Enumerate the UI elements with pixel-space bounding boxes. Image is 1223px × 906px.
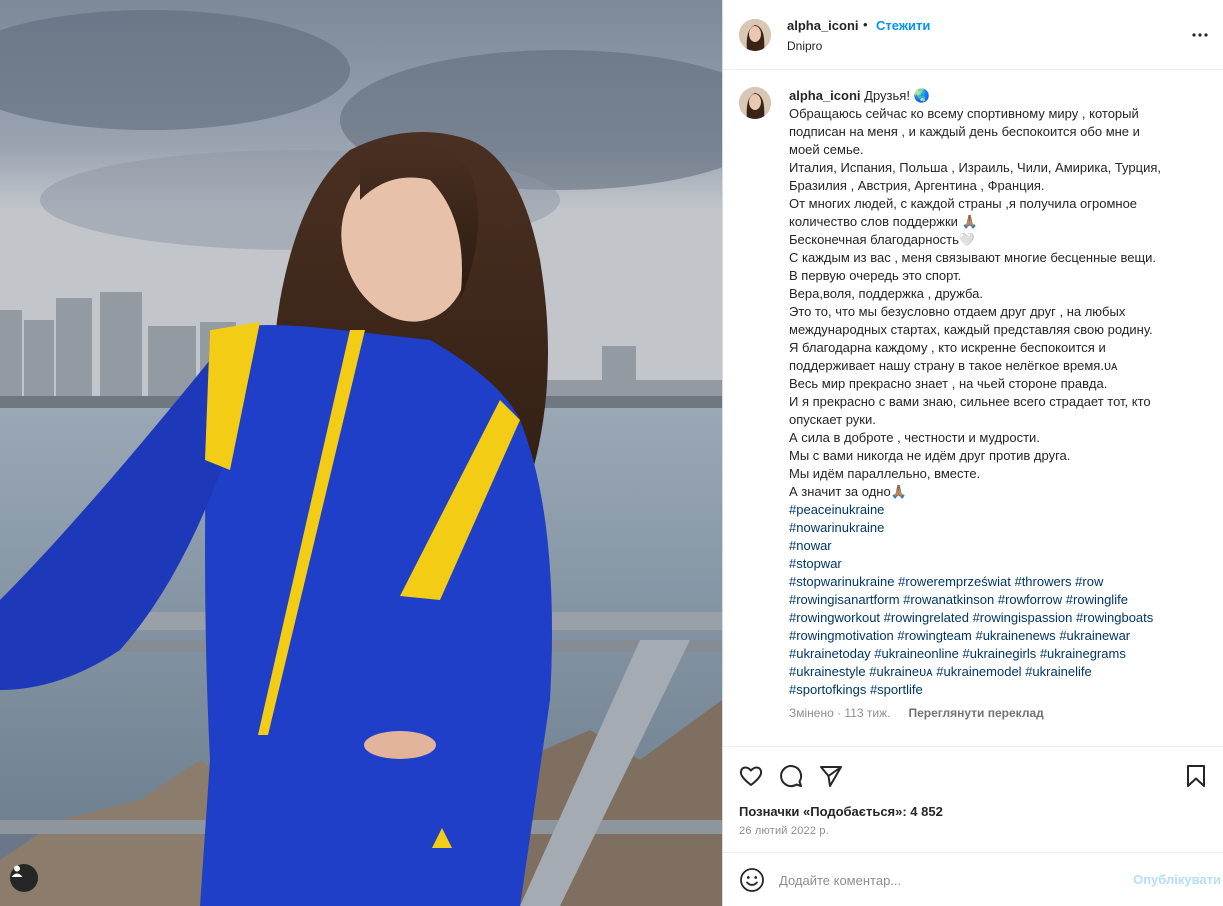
user-tag-icon (11, 865, 23, 877)
photo-illustration (0, 0, 722, 906)
post-comment-button[interactable]: Опублікувати (1133, 872, 1221, 887)
header-separator: • (863, 17, 868, 32)
post-actions-bar (723, 756, 1223, 796)
hashtag-link[interactable]: #rowingboats (1076, 610, 1153, 625)
caption-text-line: количество слов поддержки 🙏🏽 (789, 214, 978, 229)
avatar-image (739, 87, 771, 119)
caption-text-line: А сила в доброте , честности и мудрости. (789, 430, 1040, 445)
caption-text-line: Это то, что мы безусловно отдаем друг др… (789, 304, 1126, 319)
hashtag-link[interactable]: #rowingispassion (973, 610, 1073, 625)
hashtag-link[interactable]: #ukrainetoday (789, 646, 871, 661)
caption-text-line: моей семье. (789, 142, 864, 157)
hashtag-link[interactable]: #stopwarinukraine (789, 574, 895, 589)
caption-meta: Змінено · 113 тиж. Переглянути переклад (789, 706, 1044, 720)
hashtag-line: #rowingmotivation #rowingteam #ukrainene… (789, 627, 1209, 645)
caption-text-line: Италия, Испания, Польша , Израиль, Чили,… (789, 160, 1161, 175)
hashtag-line: #nowarinukraine (789, 519, 1209, 537)
caption-text-line: опускает руки. (789, 412, 876, 427)
hashtag-link[interactable]: #ukrainegirls (963, 646, 1037, 661)
emoji-icon[interactable] (739, 867, 765, 893)
caption-author-avatar[interactable] (739, 87, 771, 119)
instagram-post-modal: alpha_iconi • Стежити Dnipro alpha_iconi… (0, 0, 1223, 906)
hashtag-link[interactable]: #ukrainelife (1025, 664, 1092, 679)
bookmark-icon[interactable] (1183, 763, 1209, 789)
hashtag-link[interactable]: #row (1075, 574, 1103, 589)
hashtag-link[interactable]: #ukrainewar (1059, 628, 1130, 643)
hashtag-link[interactable]: #rowanatkinson (903, 592, 994, 607)
caption-text-line: международных стартах, каждый представля… (789, 322, 1153, 337)
caption-text-line: Мы идём параллельно, вместе. (789, 466, 981, 481)
caption-text-line: И я прекрасно с вами знаю, сильнее всего… (789, 394, 1151, 409)
caption-text-line: От многих людей, с каждой страны ,я полу… (789, 196, 1138, 211)
hashtag-link[interactable]: #ukrainestyle (789, 664, 866, 679)
hashtag-link[interactable]: #peaceinukraine (789, 502, 884, 517)
caption-text-line: Вера,воля, поддержка , дружба. (789, 286, 984, 301)
caption-text-line: Я благодарна каждому , кто искренне бесп… (789, 340, 1106, 355)
share-icon[interactable] (818, 763, 844, 789)
hashtag-link[interactable]: #sportofkings (789, 682, 866, 697)
edited-time: Змінено · 113 тиж. (789, 706, 891, 720)
hashtag-line: #rowingworkout #rowingrelated #rowingisp… (789, 609, 1209, 627)
hashtag-link[interactable]: #sportlife (870, 682, 923, 697)
see-translation-button[interactable]: Переглянути переклад (908, 706, 1043, 720)
caption-text-line: В первую очередь это спорт. (789, 268, 962, 283)
post-photo[interactable] (0, 0, 722, 906)
hashtag-link[interactable]: #rowingteam (897, 628, 971, 643)
avatar-image (739, 19, 771, 51)
hashtag-link[interactable]: #rowinglife (1066, 592, 1128, 607)
author-avatar[interactable] (739, 19, 771, 51)
more-options-icon[interactable] (1191, 26, 1209, 44)
hashtag-link[interactable]: #ukraineonline (874, 646, 959, 661)
caption-text-line: Обращаюсь сейчас ко всему спортивному ми… (789, 106, 1139, 121)
likes-count[interactable]: Позначки «Подобається»: 4 852 (739, 804, 943, 819)
caption-text-line: Бесконечная благодарность🤍 (789, 232, 976, 247)
hashtag-line: #sportofkings #sportlife (789, 681, 1209, 699)
hashtag-line: #peaceinukraine (789, 501, 1209, 519)
comment-input[interactable] (779, 870, 1109, 890)
caption-username[interactable]: alpha_iconi (789, 88, 861, 103)
post-location[interactable]: Dnipro (787, 39, 822, 53)
post-caption: alpha_iconi Друзья! 🌏 Обращаюсь сейчас к… (789, 87, 1209, 699)
hashtag-line: #stopwarinukraine #roweremprzeświat #thr… (789, 573, 1209, 591)
hashtag-link[interactable]: #nowar (789, 538, 832, 553)
hashtag-link[interactable]: #ukrainenews (975, 628, 1055, 643)
caption-text-line: А значит за одно🙏🏽 (789, 484, 907, 499)
post-side-panel: alpha_iconi • Стежити Dnipro alpha_iconi… (722, 0, 1223, 906)
hashtag-link[interactable]: #ukraineᴜᴀ (869, 664, 932, 679)
hashtag-link[interactable]: #rowingmotivation (789, 628, 894, 643)
hashtag-link[interactable]: #ukrainegrams (1040, 646, 1126, 661)
hashtag-link[interactable]: #ukrainemodel (936, 664, 1021, 679)
post-date[interactable]: 26 лютий 2022 р. (739, 825, 829, 837)
heart-icon[interactable] (738, 763, 764, 789)
caption-text-line: С каждым из вас , меня связывают многие … (789, 250, 1157, 265)
hashtag-link[interactable]: #rowforrow (998, 592, 1062, 607)
caption-text-line: Друзья! 🌏 (864, 88, 930, 103)
section-divider (723, 746, 1223, 747)
comment-bar: Опублікувати (723, 852, 1223, 906)
caption-text-line: Бразилия , Австрия, Аргентина , Франция. (789, 178, 1045, 193)
hashtag-line: #ukrainestyle #ukraineᴜᴀ #ukrainemodel #… (789, 663, 1209, 681)
hashtag-link[interactable]: #nowarinukraine (789, 520, 884, 535)
hashtag-link[interactable]: #rowingisanartform (789, 592, 900, 607)
hashtag-link[interactable]: #throwers (1014, 574, 1071, 589)
follow-button[interactable]: Стежити (876, 18, 930, 33)
post-header: alpha_iconi • Стежити Dnipro (723, 0, 1223, 70)
tagged-users-button[interactable] (10, 864, 38, 892)
hashtag-link[interactable]: #rowingrelated (884, 610, 969, 625)
hashtag-link[interactable]: #roweremprzeświat (898, 574, 1011, 589)
hashtag-link[interactable]: #stopwar (789, 556, 842, 571)
hashtag-line: #rowingisanartform #rowanatkinson #rowfo… (789, 591, 1209, 609)
hashtag-link[interactable]: #rowingworkout (789, 610, 880, 625)
hashtag-line: #stopwar (789, 555, 1209, 573)
caption-text-line: Весь мир прекрасно знает , на чьей сторо… (789, 376, 1108, 391)
hashtag-line: #nowar (789, 537, 1209, 555)
caption-text-line: поддерживает нашу страну в такое нелёгко… (789, 358, 1118, 373)
caption-text-line: Мы с вами никогда не идём друг против др… (789, 448, 1071, 463)
caption-text-line: подписан на меня , и каждый день беспоко… (789, 124, 1140, 139)
hashtag-line: #ukrainetoday #ukraineonline #ukrainegir… (789, 645, 1209, 663)
caption-first-line: alpha_iconi Друзья! 🌏 (789, 87, 1209, 105)
author-username[interactable]: alpha_iconi (787, 18, 859, 33)
comment-icon[interactable] (778, 763, 804, 789)
comments-scroll-area[interactable]: alpha_iconi Друзья! 🌏 Обращаюсь сейчас к… (723, 71, 1223, 746)
